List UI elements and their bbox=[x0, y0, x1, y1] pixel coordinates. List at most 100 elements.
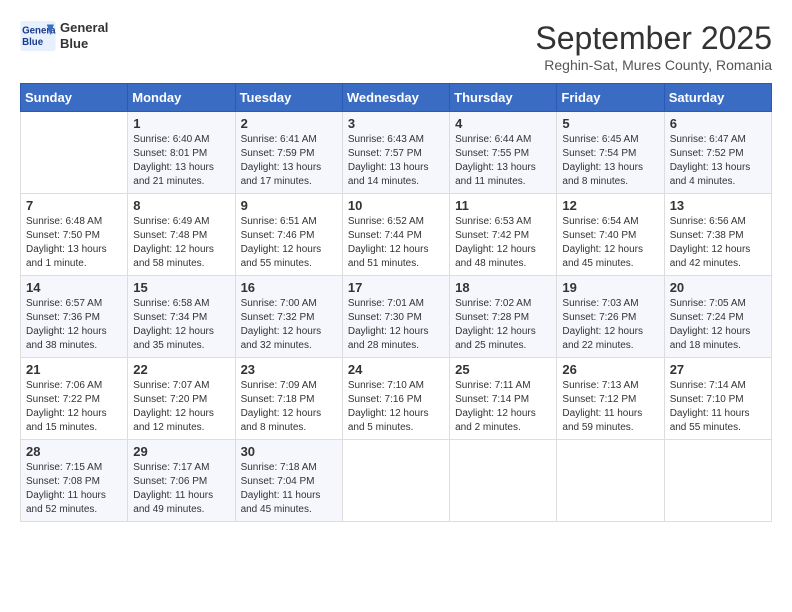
calendar-cell: 1 Sunrise: 6:40 AM Sunset: 8:01 PM Daylig… bbox=[128, 112, 235, 194]
calendar-cell: 8 Sunrise: 6:49 AM Sunset: 7:48 PM Daylig… bbox=[128, 194, 235, 276]
calendar-cell bbox=[342, 440, 449, 522]
calendar-cell: 14 Sunrise: 6:57 AM Sunset: 7:36 PM Dayli… bbox=[21, 276, 128, 358]
day-number: 6 bbox=[670, 116, 766, 131]
month-title: September 2025 bbox=[535, 20, 772, 57]
day-number: 23 bbox=[241, 362, 337, 377]
day-info: Sunrise: 7:15 AM Sunset: 7:08 PM Dayligh… bbox=[26, 461, 122, 517]
day-number: 20 bbox=[670, 280, 766, 295]
calendar-cell: 29Sunrise: 7:17 AM Sunset: 7:06 PM Dayli… bbox=[128, 440, 235, 522]
day-info: Sunrise: 7:01 AM Sunset: 7:30 PM Dayligh… bbox=[348, 297, 444, 353]
day-info: Sunrise: 6:41 AM Sunset: 7:59 PM Dayligh… bbox=[241, 133, 337, 189]
day-info: Sunrise: 6:49 AM Sunset: 7:48 PM Dayligh… bbox=[133, 215, 229, 271]
day-info: Sunrise: 7:10 AM Sunset: 7:16 PM Dayligh… bbox=[348, 379, 444, 435]
weekday-header-friday: Friday bbox=[557, 84, 664, 112]
calendar-cell: 27 Sunrise: 7:14 AM Sunset: 7:10 PM Dayli… bbox=[664, 358, 771, 440]
svg-text:Blue: Blue bbox=[22, 36, 44, 47]
calendar-cell: 6 Sunrise: 6:47 AM Sunset: 7:52 PM Daylig… bbox=[664, 112, 771, 194]
day-number: 3 bbox=[348, 116, 444, 131]
calendar-cell: 23 Sunrise: 7:09 AM Sunset: 7:18 PM Dayli… bbox=[235, 358, 342, 440]
day-number: 10 bbox=[348, 198, 444, 213]
calendar-cell: 7 Sunrise: 6:48 AM Sunset: 7:50 PM Daylig… bbox=[21, 194, 128, 276]
day-info: Sunrise: 7:07 AM Sunset: 7:20 PM Dayligh… bbox=[133, 379, 229, 435]
calendar-cell: 4Sunrise: 6:44 AM Sunset: 7:55 PM Daylig… bbox=[450, 112, 557, 194]
calendar-cell bbox=[557, 440, 664, 522]
day-info: Sunrise: 7:17 AM Sunset: 7:06 PM Dayligh… bbox=[133, 461, 229, 517]
title-block: September 2025 Reghin-Sat, Mures County,… bbox=[535, 20, 772, 73]
day-info: Sunrise: 7:00 AM Sunset: 7:32 PM Dayligh… bbox=[241, 297, 337, 353]
calendar-cell: 16 Sunrise: 7:00 AM Sunset: 7:32 PM Dayli… bbox=[235, 276, 342, 358]
calendar-cell: 2 Sunrise: 6:41 AM Sunset: 7:59 PM Daylig… bbox=[235, 112, 342, 194]
calendar-cell: 22 Sunrise: 7:07 AM Sunset: 7:20 PM Dayli… bbox=[128, 358, 235, 440]
day-info: Sunrise: 6:43 AM Sunset: 7:57 PM Dayligh… bbox=[348, 133, 444, 189]
day-info: Sunrise: 7:05 AM Sunset: 7:24 PM Dayligh… bbox=[670, 297, 766, 353]
day-info: Sunrise: 6:48 AM Sunset: 7:50 PM Dayligh… bbox=[26, 215, 122, 271]
calendar-cell: 28 Sunrise: 7:15 AM Sunset: 7:08 PM Dayli… bbox=[21, 440, 128, 522]
calendar-cell: 20 Sunrise: 7:05 AM Sunset: 7:24 PM Dayli… bbox=[664, 276, 771, 358]
calendar-table: SundayMondayTuesdayWednesdayThursdayFrid… bbox=[20, 83, 772, 522]
calendar-cell: 18 Sunrise: 7:02 AM Sunset: 7:28 PM Dayli… bbox=[450, 276, 557, 358]
day-info: Sunrise: 7:06 AM Sunset: 7:22 PM Dayligh… bbox=[26, 379, 122, 435]
logo: General Blue General Blue bbox=[20, 20, 108, 51]
day-number: 16 bbox=[241, 280, 337, 295]
day-info: Sunrise: 7:18 AM Sunset: 7:04 PM Dayligh… bbox=[241, 461, 337, 517]
weekday-header-wednesday: Wednesday bbox=[342, 84, 449, 112]
calendar-cell: 26 Sunrise: 7:13 AM Sunset: 7:12 PM Dayli… bbox=[557, 358, 664, 440]
day-number: 26 bbox=[562, 362, 658, 377]
calendar-cell: 19 Sunrise: 7:03 AM Sunset: 7:26 PM Dayli… bbox=[557, 276, 664, 358]
calendar-cell: 25 Sunrise: 7:11 AM Sunset: 7:14 PM Dayli… bbox=[450, 358, 557, 440]
day-info: Sunrise: 7:02 AM Sunset: 7:28 PM Dayligh… bbox=[455, 297, 551, 353]
day-info: Sunrise: 6:56 AM Sunset: 7:38 PM Dayligh… bbox=[670, 215, 766, 271]
day-number: 28 bbox=[26, 444, 122, 459]
day-info: Sunrise: 6:51 AM Sunset: 7:46 PM Dayligh… bbox=[241, 215, 337, 271]
calendar-cell: 10 Sunrise: 6:52 AM Sunset: 7:44 PM Dayli… bbox=[342, 194, 449, 276]
logo-icon: General Blue bbox=[20, 21, 56, 51]
day-info: Sunrise: 6:57 AM Sunset: 7:36 PM Dayligh… bbox=[26, 297, 122, 353]
day-number: 9 bbox=[241, 198, 337, 213]
calendar-cell bbox=[450, 440, 557, 522]
weekday-header-thursday: Thursday bbox=[450, 84, 557, 112]
day-number: 13 bbox=[670, 198, 766, 213]
day-info: Sunrise: 6:52 AM Sunset: 7:44 PM Dayligh… bbox=[348, 215, 444, 271]
weekday-header-saturday: Saturday bbox=[664, 84, 771, 112]
day-info: Sunrise: 7:14 AM Sunset: 7:10 PM Dayligh… bbox=[670, 379, 766, 435]
day-number: 19 bbox=[562, 280, 658, 295]
day-info: Sunrise: 6:40 AM Sunset: 8:01 PM Dayligh… bbox=[133, 133, 229, 189]
day-info: Sunrise: 6:44 AM Sunset: 7:55 PM Dayligh… bbox=[455, 133, 551, 189]
day-info: Sunrise: 6:58 AM Sunset: 7:34 PM Dayligh… bbox=[133, 297, 229, 353]
day-number: 11 bbox=[455, 198, 551, 213]
page-header: General Blue General Blue September 2025… bbox=[20, 20, 772, 73]
day-number: 24 bbox=[348, 362, 444, 377]
weekday-header-monday: Monday bbox=[128, 84, 235, 112]
day-info: Sunrise: 7:03 AM Sunset: 7:26 PM Dayligh… bbox=[562, 297, 658, 353]
day-number: 8 bbox=[133, 198, 229, 213]
day-number: 27 bbox=[670, 362, 766, 377]
calendar-cell: 13 Sunrise: 6:56 AM Sunset: 7:38 PM Dayli… bbox=[664, 194, 771, 276]
calendar-cell: 30 Sunrise: 7:18 AM Sunset: 7:04 PM Dayli… bbox=[235, 440, 342, 522]
calendar-cell: 24 Sunrise: 7:10 AM Sunset: 7:16 PM Dayli… bbox=[342, 358, 449, 440]
day-number: 15 bbox=[133, 280, 229, 295]
calendar-cell bbox=[664, 440, 771, 522]
day-info: Sunrise: 7:09 AM Sunset: 7:18 PM Dayligh… bbox=[241, 379, 337, 435]
day-info: Sunrise: 6:53 AM Sunset: 7:42 PM Dayligh… bbox=[455, 215, 551, 271]
logo-text2: Blue bbox=[60, 36, 108, 52]
location-subtitle: Reghin-Sat, Mures County, Romania bbox=[535, 57, 772, 73]
day-info: Sunrise: 7:11 AM Sunset: 7:14 PM Dayligh… bbox=[455, 379, 551, 435]
day-number: 21 bbox=[26, 362, 122, 377]
day-number: 22 bbox=[133, 362, 229, 377]
day-number: 14 bbox=[26, 280, 122, 295]
day-info: Sunrise: 6:54 AM Sunset: 7:40 PM Dayligh… bbox=[562, 215, 658, 271]
calendar-cell: 5Sunrise: 6:45 AM Sunset: 7:54 PM Daylig… bbox=[557, 112, 664, 194]
day-number: 17 bbox=[348, 280, 444, 295]
day-number: 12 bbox=[562, 198, 658, 213]
day-info: Sunrise: 6:47 AM Sunset: 7:52 PM Dayligh… bbox=[670, 133, 766, 189]
calendar-cell: 9 Sunrise: 6:51 AM Sunset: 7:46 PM Daylig… bbox=[235, 194, 342, 276]
day-info: Sunrise: 7:13 AM Sunset: 7:12 PM Dayligh… bbox=[562, 379, 658, 435]
day-number: 18 bbox=[455, 280, 551, 295]
day-number: 1 bbox=[133, 116, 229, 131]
calendar-cell: 17 Sunrise: 7:01 AM Sunset: 7:30 PM Dayli… bbox=[342, 276, 449, 358]
day-number: 30 bbox=[241, 444, 337, 459]
day-number: 7 bbox=[26, 198, 122, 213]
day-number: 2 bbox=[241, 116, 337, 131]
day-number: 25 bbox=[455, 362, 551, 377]
calendar-cell: 3 Sunrise: 6:43 AM Sunset: 7:57 PM Daylig… bbox=[342, 112, 449, 194]
